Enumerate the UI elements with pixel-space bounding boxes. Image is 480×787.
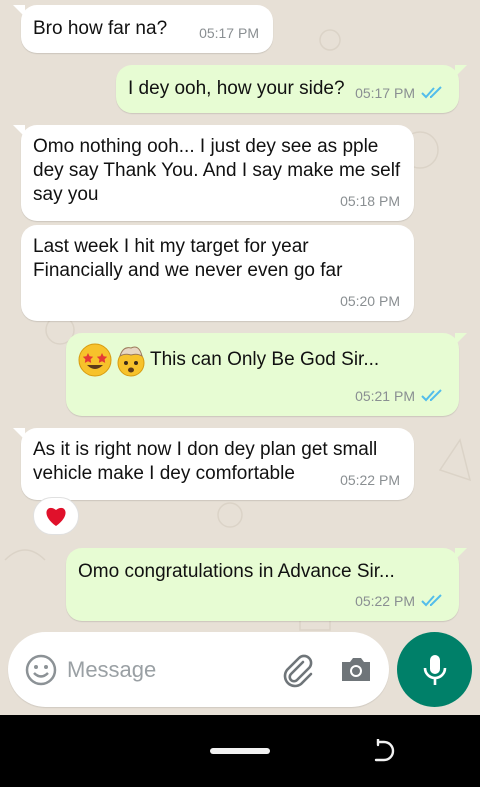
message-time: 05:18 PM xyxy=(340,193,400,209)
mic-icon xyxy=(423,654,446,685)
message-text: This can Only Be God Sir... xyxy=(150,349,380,370)
message-time: 05:21 PM xyxy=(355,388,415,404)
attach-icon[interactable] xyxy=(279,652,315,688)
message-bubble-outgoing[interactable]: Omo congratulations in Advance Sir... 05… xyxy=(66,548,467,621)
heart-emoji xyxy=(46,507,66,526)
message-meta: 05:22 PM xyxy=(355,589,445,613)
star-struck-emoji xyxy=(78,343,112,377)
message-meta: 05:20 PM xyxy=(340,289,400,313)
message-bubble-incoming[interactable]: Bro how far na? 05:17 PM xyxy=(13,5,273,53)
exploding-head-emoji xyxy=(117,346,145,377)
message-meta: 05:18 PM xyxy=(340,189,400,213)
camera-icon[interactable] xyxy=(339,654,373,684)
mic-button[interactable] xyxy=(397,632,472,707)
emoji-icon[interactable] xyxy=(25,654,57,686)
message-bubble-incoming[interactable]: Omo nothing ooh... I just dey see as ppl… xyxy=(13,125,414,221)
message-time: 05:20 PM xyxy=(340,293,400,309)
message-meta: 05:22 PM xyxy=(340,468,400,492)
back-gesture-icon[interactable] xyxy=(372,739,398,763)
double-check-icon xyxy=(421,389,445,403)
message-time: 05:22 PM xyxy=(355,593,415,609)
message-input[interactable]: Message xyxy=(67,657,156,683)
double-check-icon xyxy=(421,86,445,100)
message-meta: 05:17 PM xyxy=(199,21,259,45)
message-composer: Message xyxy=(8,632,389,707)
message-reaction[interactable] xyxy=(33,497,79,535)
double-check-icon xyxy=(421,594,445,608)
message-text: Omo congratulations in Advance Sir... xyxy=(78,561,395,582)
message-bubble-outgoing[interactable]: I dey ooh, how your side? 05:17 PM xyxy=(116,65,467,113)
message-bubble-outgoing[interactable]: This can Only Be God Sir... 05:21 PM xyxy=(66,333,467,416)
home-gesture-bar[interactable] xyxy=(210,748,270,754)
message-time: 05:22 PM xyxy=(340,472,400,488)
message-meta: 05:17 PM xyxy=(355,81,445,105)
message-content: This can Only Be God Sir... xyxy=(78,343,379,377)
message-time: 05:17 PM xyxy=(355,85,415,101)
message-bubble-incoming[interactable]: As it is right now I don dey plan get sm… xyxy=(13,428,414,500)
message-bubble-incoming[interactable]: Last week I hit my target for year Finan… xyxy=(21,225,414,321)
message-meta: 05:21 PM xyxy=(355,384,445,408)
chat-area[interactable]: Bro how far na? 05:17 PM I dey ooh, how … xyxy=(0,0,480,715)
message-text: Last week I hit my target for year Finan… xyxy=(33,236,343,281)
message-time: 05:17 PM xyxy=(199,25,259,41)
system-navigation-bar xyxy=(0,715,480,787)
